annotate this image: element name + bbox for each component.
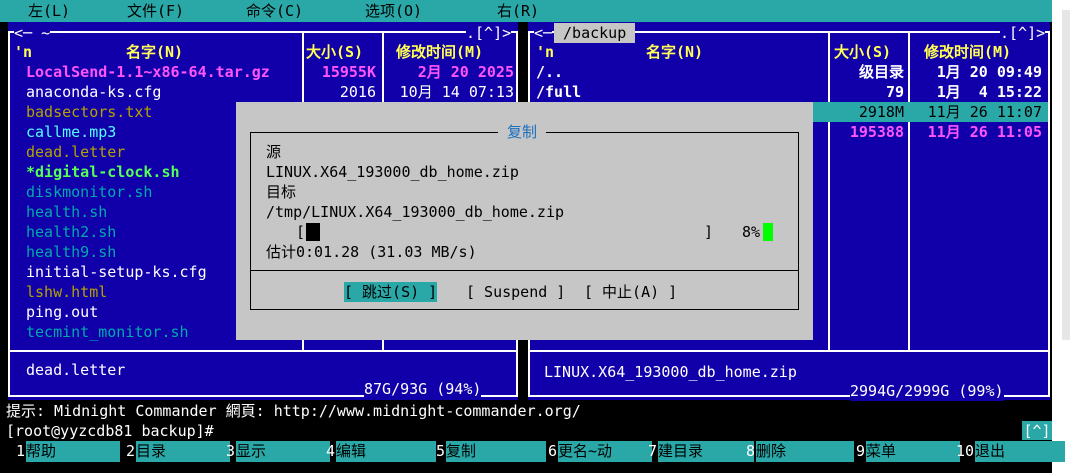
fkey-9-button[interactable]: 菜单: [866, 441, 960, 462]
right-file-time: 1月 20 09:49: [936, 63, 1042, 81]
left-file-size: 15955K: [321, 63, 376, 81]
progress-fill: [306, 223, 320, 241]
left-file-time: 2月 20 2025: [417, 63, 514, 81]
right-file-size: 2918M: [858, 103, 904, 121]
left-file-name[interactable]: tecmint_monitor.sh: [26, 322, 189, 342]
left-panel-path[interactable]: <─ ~: [14, 23, 51, 43]
copy-dialog: 复制 源 LINUX.X64_193000_db_home.zip 目标 /tm…: [236, 102, 813, 340]
left-file-name[interactable]: health9.sh: [26, 242, 116, 262]
target-label: 目标: [266, 183, 297, 201]
skip-button[interactable]: [ 跳过(S) ]: [344, 282, 438, 302]
progress-percent: 8%: [742, 223, 761, 241]
fkey-7-number: 7: [648, 442, 658, 460]
left-panel-divider: [8, 350, 518, 352]
left-col-size[interactable]: 大小(S): [306, 42, 363, 62]
right-panel-left-corner: <─: [534, 23, 553, 43]
target-value: /tmp/LINUX.X64_193000_db_home.zip: [266, 203, 565, 221]
abort-button[interactable]: [ 中止(A) ]: [584, 282, 677, 302]
fkey-3-number: 3: [226, 442, 236, 460]
right-col-mtime[interactable]: 修改时间(M): [924, 42, 1011, 62]
fkey-8-button[interactable]: 删除: [756, 441, 854, 462]
fkey-3-button[interactable]: 显示: [236, 441, 330, 462]
fkey-4-number: 4: [326, 442, 336, 460]
left-file-name[interactable]: lshw.html: [26, 282, 107, 302]
fkey-6-number: 6: [548, 442, 558, 460]
fkey-10-number: 10: [956, 442, 975, 460]
right-file-time: 11月 26 11:05: [927, 123, 1042, 141]
left-file-name[interactable]: initial-setup-ks.cfg: [26, 262, 207, 282]
right-disk-usage: 2994G/2999G (99%): [850, 381, 1004, 401]
left-file-name[interactable]: *digital-clock.sh: [26, 162, 180, 182]
right-file-name[interactable]: /..: [536, 62, 563, 82]
shell-prompt[interactable]: [root@yyzcdb81 backup]#: [6, 421, 214, 441]
left-file-size: 2016: [339, 83, 376, 101]
menu-file[interactable]: 文件(F): [127, 1, 184, 21]
fkey-2-number: 2: [126, 442, 136, 460]
right-panel-path[interactable]: /backup: [554, 23, 636, 43]
right-file-size: 级目录: [858, 63, 904, 81]
fkey-4-button[interactable]: 编辑: [336, 441, 436, 462]
left-file-time: 10月 14 07:13: [399, 83, 514, 101]
left-col-name[interactable]: 名字(N): [126, 42, 183, 62]
right-col-size[interactable]: 大小(S): [834, 42, 891, 62]
fkey-5-button[interactable]: 复制: [446, 441, 546, 462]
left-col-mtime[interactable]: 修改时间(M): [396, 42, 483, 62]
right-col-divider-2: [908, 32, 910, 350]
left-mini-status: dead.letter: [26, 361, 126, 379]
suspend-button[interactable]: [ Suspend ]: [466, 282, 565, 302]
fkey-10-button[interactable]: 退出: [975, 441, 1065, 462]
right-file-size: 195388: [849, 123, 904, 141]
fkey-8-number: 8: [746, 442, 756, 460]
menu-bar: 左(L) 文件(F) 命令(C) 选项(O) 右(R): [0, 0, 1052, 22]
left-file-name[interactable]: anaconda-ks.cfg: [26, 82, 161, 102]
left-file-name[interactable]: diskmonitor.sh: [26, 182, 152, 202]
left-file-name[interactable]: callme.mp3: [26, 122, 116, 142]
source-value: LINUX.X64_193000_db_home.zip: [266, 163, 519, 181]
fkey-6-button[interactable]: 更名~动: [558, 441, 652, 462]
progress-bracket-open: [: [296, 223, 306, 241]
left-file-name[interactable]: dead.letter: [26, 142, 125, 162]
eta-text: 估计0:01.28 (31.03 MB/s): [266, 243, 477, 261]
right-col-divider-1: [828, 32, 830, 350]
right-mini-status: LINUX.X64_193000_db_home.zip: [544, 363, 797, 381]
left-file-name[interactable]: ping.out: [26, 302, 98, 322]
menu-left[interactable]: 左(L): [28, 1, 70, 21]
fkey-1-number: 1: [16, 442, 26, 460]
dialog-title: 复制: [498, 122, 547, 142]
progress-track: [306, 222, 702, 242]
left-file-name[interactable]: health2.sh: [26, 222, 116, 242]
fkey-7-button[interactable]: 建目录: [658, 441, 754, 462]
right-panel-controls[interactable]: .[^]>: [1000, 23, 1046, 43]
cursor-block: [763, 223, 773, 241]
right-file-time: 11月 26 11:07: [927, 103, 1042, 121]
left-panel-controls[interactable]: .[^]>: [466, 23, 512, 43]
left-col-sort[interactable]: 'n: [14, 42, 32, 62]
hint-line: 提示: Midnight Commander 網頁: http://www.mi…: [6, 402, 581, 420]
history-button[interactable]: [^]: [1022, 421, 1052, 440]
source-label: 源: [266, 143, 282, 161]
right-file-time: 1月 4 15:22: [936, 83, 1042, 101]
left-file-name[interactable]: health.sh: [26, 202, 107, 222]
right-file-name[interactable]: /full: [536, 82, 581, 102]
terminal-screen: 左(L) 文件(F) 命令(C) 选项(O) 右(R) <─ ~ .[^]> '…: [0, 0, 1080, 473]
right-file-size: 79: [885, 83, 904, 101]
fkey-5-number: 5: [436, 442, 446, 460]
right-col-sort[interactable]: 'n: [536, 42, 554, 62]
fkey-9-number: 9: [856, 442, 866, 460]
menu-right[interactable]: 右(R): [497, 1, 539, 21]
right-panel-divider: [528, 350, 1050, 352]
scrollbar-thumb[interactable]: [1062, 10, 1070, 340]
menu-command[interactable]: 命令(C): [246, 1, 303, 21]
fkey-2-button[interactable]: 目录: [136, 441, 230, 462]
left-file-name[interactable]: badsectors.txt: [26, 102, 152, 122]
right-col-name[interactable]: 名字(N): [646, 42, 703, 62]
menu-options[interactable]: 选项(O): [365, 1, 422, 21]
left-file-name[interactable]: LocalSend-1.1~x86-64.tar.gz: [26, 62, 270, 82]
fkey-1-button[interactable]: 帮助: [26, 441, 120, 462]
progress-bracket-close: ]: [704, 223, 714, 241]
left-disk-usage: 87G/93G (94%): [364, 379, 482, 399]
